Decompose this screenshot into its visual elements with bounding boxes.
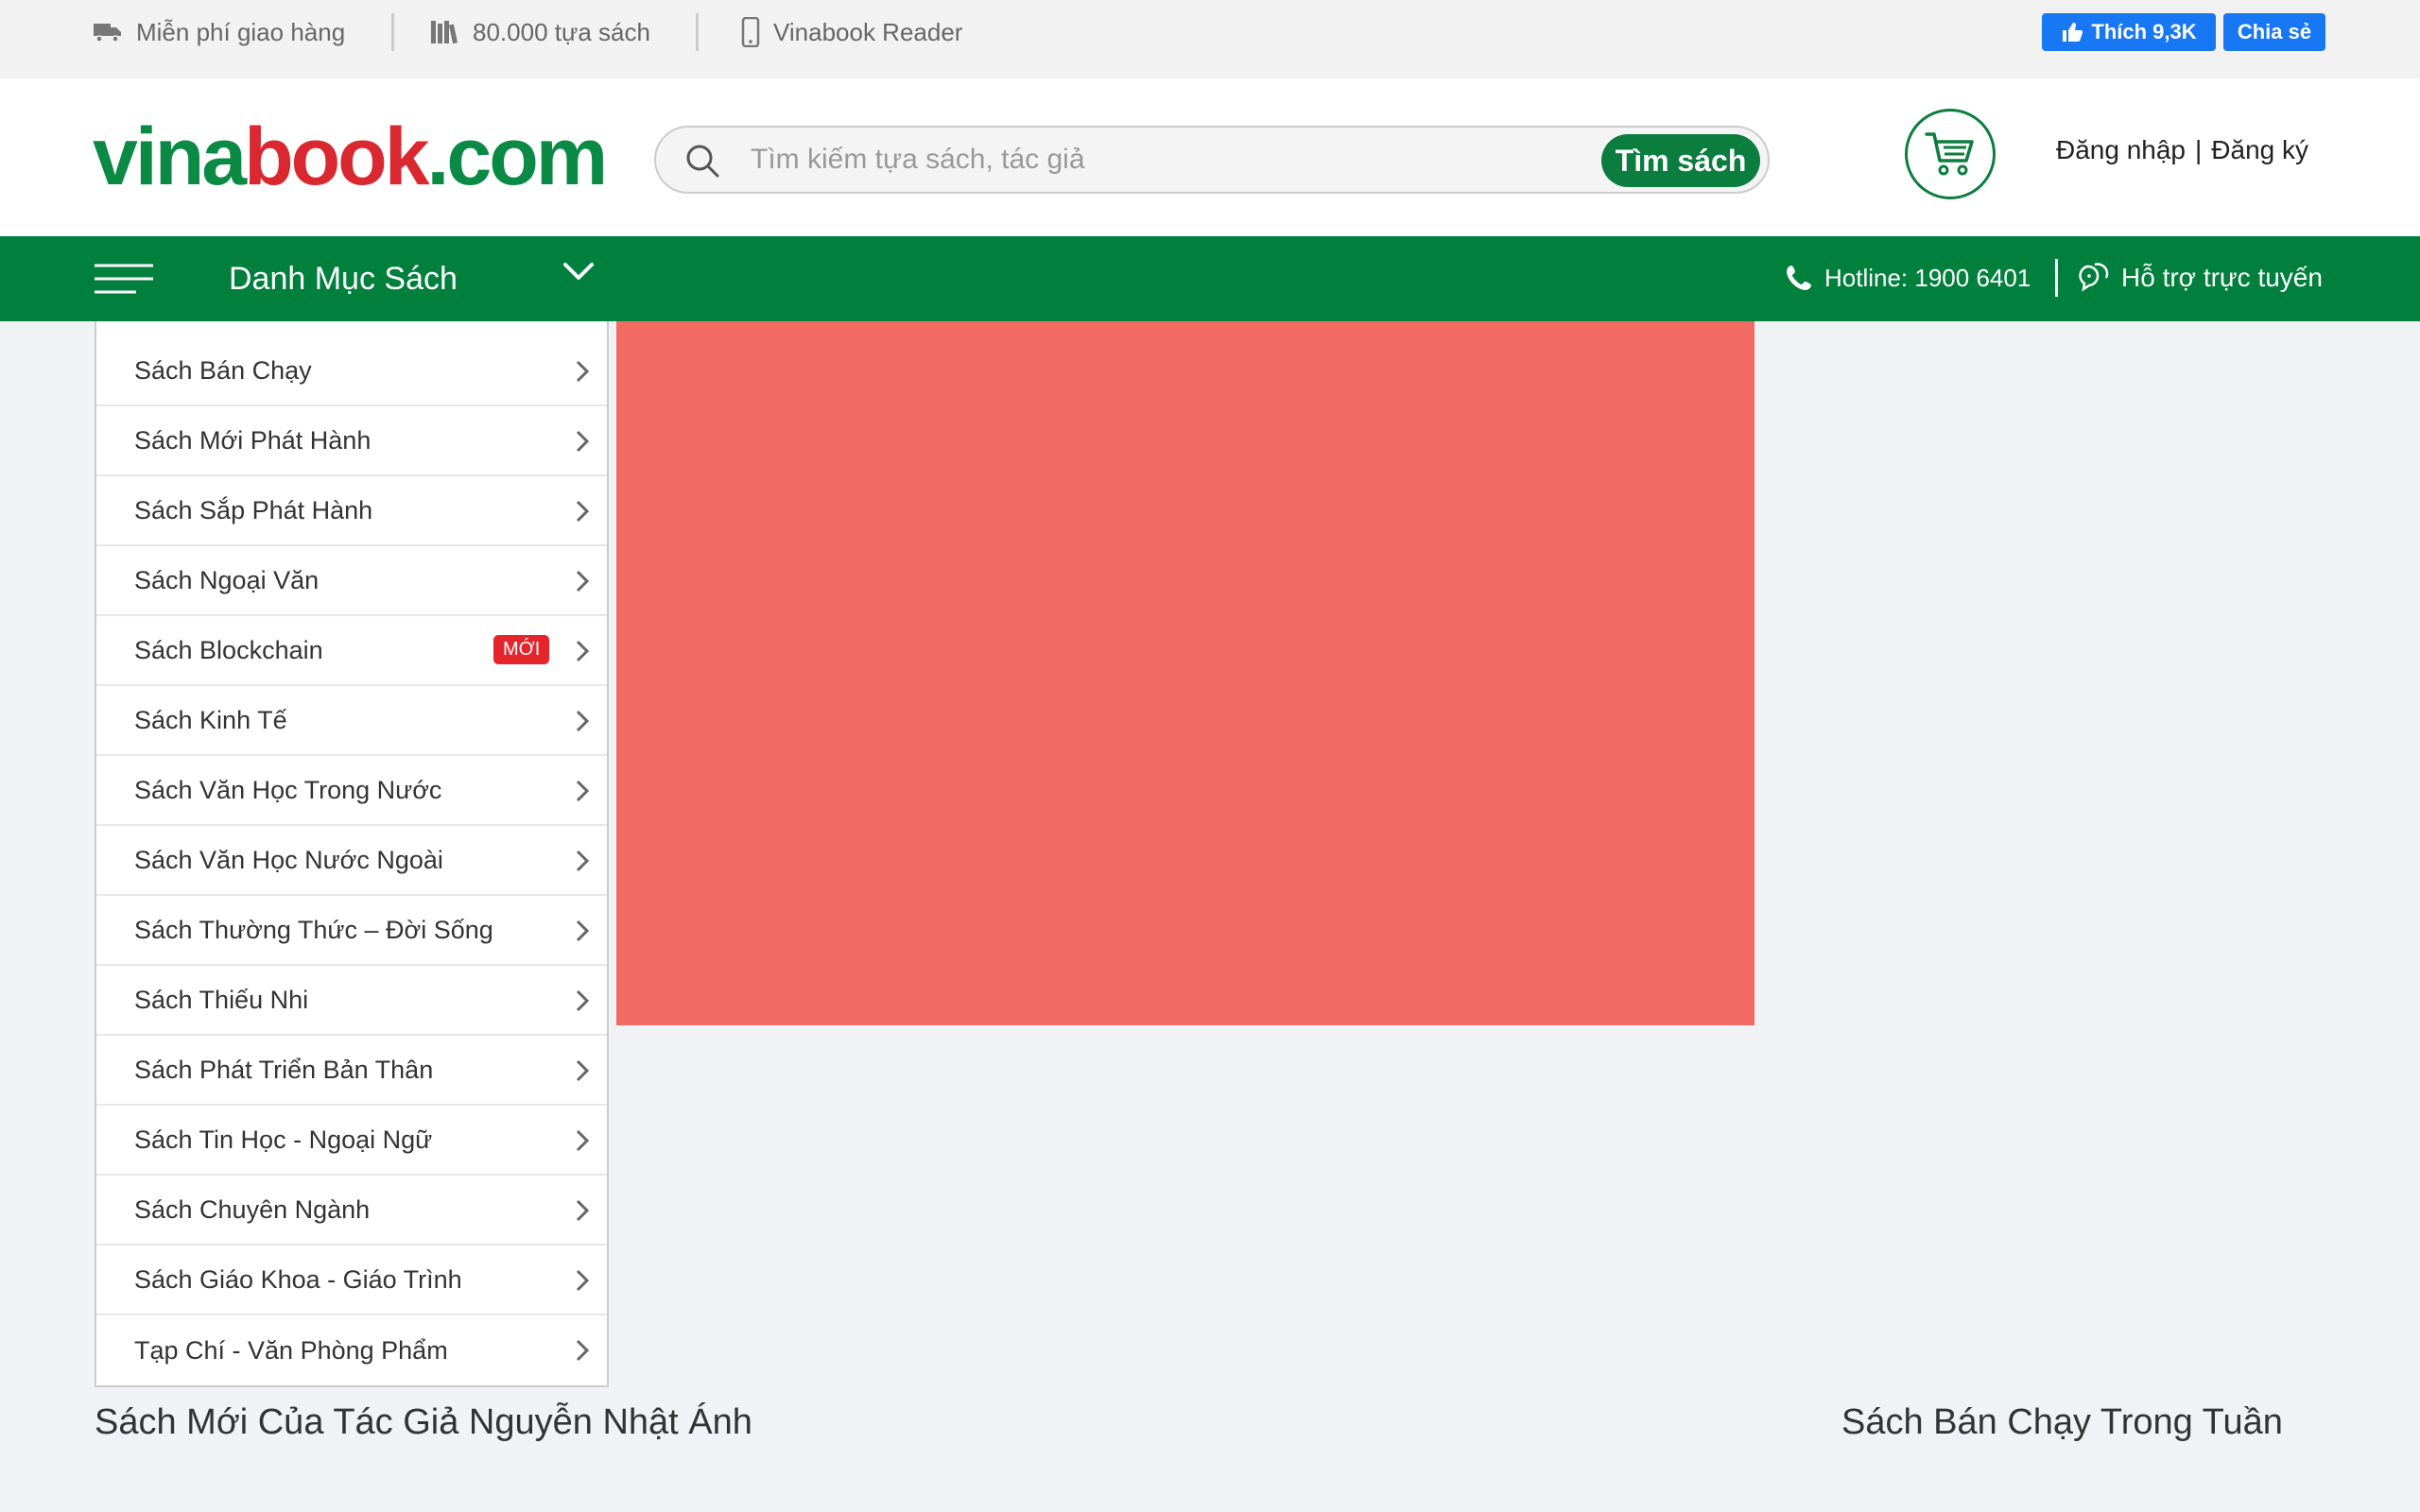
online-support-label: Hỗ trợ trực tuyến <box>2121 263 2323 292</box>
chevron-right-icon <box>576 919 590 942</box>
facebook-share-button[interactable]: Chia sẻ <box>2223 13 2325 51</box>
chevron-right-icon <box>576 989 590 1012</box>
category-label: Sách Blockchain <box>134 635 323 664</box>
category-label: Sách Sắp Phát Hành <box>134 495 373 524</box>
promo-banner[interactable] <box>616 321 1754 1025</box>
thumbs-up-icon <box>2063 23 2083 42</box>
category-menu-title[interactable]: Danh Mục Sách <box>229 261 458 298</box>
hotline-info[interactable]: Hotline: 1900 6401 <box>1785 259 2031 297</box>
main-nav-bar: Danh Mục Sách Hotline: 1900 6401 Hỗ trợ … <box>0 236 2420 321</box>
category-label: Sách Văn Học Trong Nước <box>134 775 442 804</box>
category-item[interactable]: Sách Thường Thức – Đời Sống <box>96 896 607 966</box>
chevron-right-icon <box>576 1269 590 1292</box>
category-item[interactable]: Sách Kinh Tế <box>96 686 607 756</box>
auth-divider: | <box>2195 135 2203 164</box>
books-count-info: 80.000 tựa sách <box>429 13 650 51</box>
category-item[interactable]: Sách Văn Học Trong Nước <box>96 756 607 826</box>
books-icon <box>431 21 458 44</box>
chevron-right-icon <box>576 1199 590 1222</box>
chevron-right-icon <box>576 430 590 453</box>
category-label: Sách Ngoại Văn <box>134 565 320 594</box>
section-title-new-books: Sách Mới Của Tác Giả Nguyễn Nhật Ánh <box>95 1402 752 1442</box>
reader-link[interactable]: Vinabook Reader <box>741 13 962 51</box>
free-shipping-info: Miễn phí giao hàng <box>93 13 345 51</box>
facebook-like-label: Thích 9,3K <box>2091 20 2197 43</box>
mobile-phone-icon <box>741 17 760 47</box>
vinabook-logo[interactable]: vinabook.com <box>93 116 608 198</box>
truck-icon <box>94 24 121 43</box>
category-label: Sách Giáo Khoa - Giáo Trình <box>134 1264 462 1294</box>
category-label: Sách Thiếu Nhi <box>134 985 309 1014</box>
hotline-label: Hotline: 1900 6401 <box>1824 263 2031 292</box>
chevron-right-icon <box>576 780 590 802</box>
site-header: vinabook.com Tìm sách Đăng nhập | Đăng k… <box>0 78 2420 236</box>
cart-button[interactable] <box>1905 109 1996 199</box>
category-label: Sách Kinh Tế <box>134 705 287 734</box>
category-item[interactable]: Sách Ngoại Văn <box>96 546 607 616</box>
divider <box>391 13 394 51</box>
logo-text-book: book <box>244 112 429 202</box>
category-label: Sách Chuyên Ngành <box>134 1194 371 1224</box>
section-title-bestsellers: Sách Bán Chạy Trong Tuần <box>1841 1402 2283 1442</box>
hamburger-menu-icon[interactable] <box>95 263 153 295</box>
nav-divider <box>2055 259 2058 297</box>
category-item[interactable]: Tạp Chí - Văn Phòng Phẩm <box>96 1315 607 1385</box>
chevron-down-icon[interactable] <box>560 257 597 285</box>
logo-text-vina: vina <box>93 112 247 202</box>
category-item[interactable]: Sách Thiếu Nhi <box>96 966 607 1036</box>
chevron-right-icon <box>576 710 590 732</box>
category-item[interactable]: Sách Mới Phát Hành <box>96 406 607 476</box>
category-label: Sách Phát Triển Bản Thân <box>134 1055 434 1084</box>
category-item[interactable]: Sách Blockchain MỚI <box>96 616 607 686</box>
search-input[interactable] <box>751 137 1526 182</box>
login-link[interactable]: Đăng nhập <box>2056 135 2186 165</box>
category-item[interactable]: Sách Bán Chạy <box>96 336 607 406</box>
category-label: Sách Bán Chạy <box>134 355 312 385</box>
category-label: Sách Văn Học Nước Ngoài <box>134 845 443 874</box>
chevron-right-icon <box>576 1059 590 1082</box>
category-item[interactable]: Sách Tin Học - Ngoại Ngữ <box>96 1106 607 1176</box>
top-info-bar: Miễn phí giao hàng 80.000 tựa sách Vinab… <box>0 0 2420 78</box>
reader-label: Vinabook Reader <box>773 17 963 46</box>
chat-support-icon <box>2079 263 2109 292</box>
facebook-like-button[interactable]: Thích 9,3K <box>2042 13 2216 51</box>
chevron-right-icon <box>576 1339 590 1362</box>
category-label: Sách Tin Học - Ngoại Ngữ <box>134 1125 433 1154</box>
auth-links: Đăng nhập | Đăng ký <box>2056 135 2308 165</box>
search-button[interactable]: Tìm sách <box>1601 134 1760 187</box>
chevron-right-icon <box>576 850 590 872</box>
category-item[interactable]: Sách Chuyên Ngành <box>96 1176 607 1246</box>
phone-icon <box>1787 266 1811 290</box>
search-icon <box>686 145 719 178</box>
category-label: Sách Mới Phát Hành <box>134 425 372 455</box>
category-item[interactable]: Sách Sắp Phát Hành <box>96 476 607 546</box>
facebook-share-label: Chia sẻ <box>2237 20 2312 43</box>
new-badge: MỚI <box>493 635 550 664</box>
chevron-right-icon <box>576 500 590 523</box>
chevron-right-icon <box>576 1129 590 1152</box>
chevron-right-icon <box>576 640 590 662</box>
search-box: Tìm sách <box>654 126 1770 194</box>
online-support-link[interactable]: Hỗ trợ trực tuyến <box>2078 259 2323 297</box>
category-label: Tạp Chí - Văn Phòng Phẩm <box>134 1335 448 1365</box>
chevron-right-icon <box>576 570 590 593</box>
category-menu: Sách Bán Chạy Sách Mới Phát Hành Sách Sắ… <box>95 321 609 1387</box>
category-label: Sách Thường Thức – Đời Sống <box>134 915 493 944</box>
logo-text-com: .com <box>426 112 609 202</box>
shopping-cart-icon <box>1925 132 1974 176</box>
divider <box>696 13 699 51</box>
books-count-label: 80.000 tựa sách <box>473 17 650 46</box>
free-shipping-label: Miễn phí giao hàng <box>136 17 346 46</box>
category-item[interactable]: Sách Giáo Khoa - Giáo Trình <box>96 1246 607 1315</box>
category-item[interactable]: Sách Phát Triển Bản Thân <box>96 1036 607 1106</box>
category-item[interactable]: Sách Văn Học Nước Ngoài <box>96 826 607 896</box>
chevron-right-icon <box>576 360 590 383</box>
register-link[interactable]: Đăng ký <box>2211 135 2308 165</box>
